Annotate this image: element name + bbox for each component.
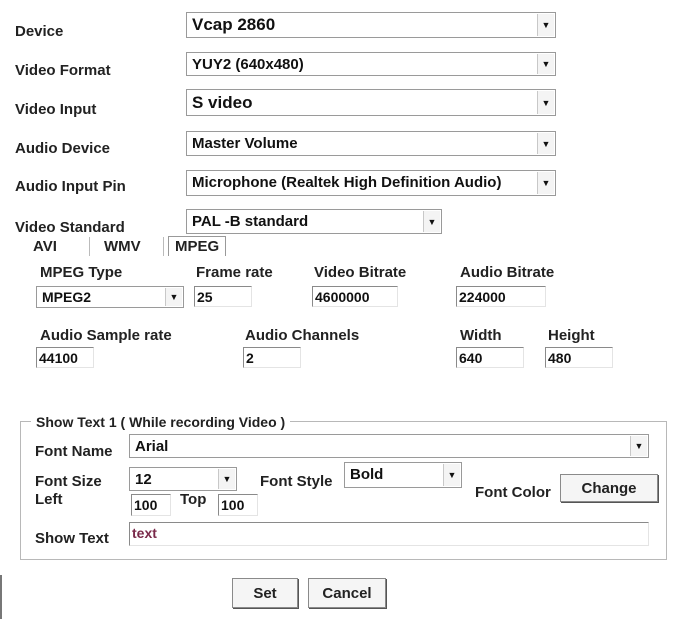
- show-text-field[interactable]: text: [129, 522, 649, 546]
- video-input-select-value: S video: [192, 93, 253, 112]
- audio-channels-label: Audio Channels: [245, 327, 360, 344]
- tab-separator: [89, 237, 90, 256]
- tab-avi[interactable]: AVI: [33, 237, 57, 256]
- left-field[interactable]: 100: [131, 494, 171, 516]
- set-button[interactable]: Set: [232, 578, 298, 608]
- left-label: Left: [35, 491, 63, 508]
- mpeg-type-label: MPEG Type: [40, 264, 123, 281]
- audio-input-pin-select[interactable]: Microphone (Realtek High Definition Audi…: [186, 170, 556, 196]
- font-color-label: Font Color: [475, 484, 551, 501]
- video-bitrate-field[interactable]: 4600000: [312, 286, 398, 307]
- font-name-select[interactable]: Arial ▼: [129, 434, 649, 458]
- font-style-label: Font Style: [260, 473, 333, 490]
- chevron-down-icon[interactable]: ▼: [537, 91, 554, 114]
- mpeg-type-select[interactable]: MPEG2 ▼: [36, 286, 184, 308]
- chevron-down-icon[interactable]: ▼: [537, 14, 554, 36]
- font-size-select[interactable]: 12 ▼: [129, 467, 237, 491]
- audio-bitrate-label: Audio Bitrate: [460, 264, 555, 281]
- font-size-label: Font Size: [35, 473, 102, 490]
- font-size-select-value: 12: [135, 471, 152, 488]
- top-label: Top: [180, 491, 207, 508]
- font-name-label: Font Name: [35, 443, 113, 460]
- cancel-button[interactable]: Cancel: [308, 578, 386, 608]
- video-standard-label: Video Standard: [15, 219, 125, 236]
- frame-rate-field[interactable]: 25: [194, 286, 252, 307]
- font-name-select-value: Arial: [135, 438, 169, 455]
- height-field[interactable]: 480: [545, 347, 613, 368]
- video-standard-select-value: PAL -B standard: [192, 213, 309, 230]
- tab-separator: [163, 237, 164, 256]
- show-text-group-title: Show Text 1 ( While recording Video ): [31, 413, 291, 431]
- device-select-value: Vcap 2860: [192, 15, 276, 34]
- font-style-select-value: Bold: [350, 466, 384, 483]
- chevron-down-icon[interactable]: ▼: [537, 133, 554, 154]
- video-format-label: Video Format: [15, 62, 111, 79]
- video-input-label: Video Input: [15, 101, 97, 118]
- chevron-down-icon[interactable]: ▼: [537, 172, 554, 194]
- window-edge: [0, 575, 2, 619]
- video-bitrate-label: Video Bitrate: [314, 264, 407, 281]
- tab-mpeg[interactable]: MPEG: [168, 236, 227, 256]
- frame-rate-label: Frame rate: [196, 264, 273, 281]
- top-field[interactable]: 100: [218, 494, 258, 516]
- device-label: Device: [15, 23, 64, 40]
- audio-device-select[interactable]: Master Volume ▼: [186, 131, 556, 156]
- video-standard-select[interactable]: PAL -B standard ▼: [186, 209, 442, 234]
- audio-input-pin-label: Audio Input Pin: [15, 178, 126, 195]
- video-input-select[interactable]: S video ▼: [186, 89, 556, 116]
- audio-input-pin-select-value: Microphone (Realtek High Definition Audi…: [192, 174, 502, 191]
- width-field[interactable]: 640: [456, 347, 524, 368]
- chevron-down-icon[interactable]: ▼: [630, 436, 647, 456]
- width-label: Width: [460, 327, 502, 344]
- audio-bitrate-field[interactable]: 224000: [456, 286, 546, 307]
- height-label: Height: [548, 327, 595, 344]
- audio-device-select-value: Master Volume: [192, 135, 298, 152]
- chevron-down-icon[interactable]: ▼: [165, 288, 182, 306]
- mpeg-type-select-value: MPEG2: [42, 289, 92, 305]
- show-text-label: Show Text: [35, 530, 109, 547]
- video-format-select[interactable]: YUY2 (640x480) ▼: [186, 52, 556, 76]
- chevron-down-icon[interactable]: ▼: [218, 469, 235, 489]
- tab-wmv[interactable]: WMV: [104, 237, 141, 256]
- audio-channels-field[interactable]: 2: [243, 347, 301, 368]
- font-style-select[interactable]: Bold ▼: [344, 462, 462, 488]
- audio-sample-rate-label: Audio Sample rate: [40, 327, 172, 344]
- audio-device-label: Audio Device: [15, 140, 111, 157]
- chevron-down-icon[interactable]: ▼: [443, 464, 460, 486]
- device-select[interactable]: Vcap 2860 ▼: [186, 12, 556, 38]
- audio-sample-rate-field[interactable]: 44100: [36, 347, 94, 368]
- chevron-down-icon[interactable]: ▼: [423, 211, 440, 232]
- chevron-down-icon[interactable]: ▼: [537, 54, 554, 74]
- video-format-select-value: YUY2 (640x480): [192, 56, 304, 73]
- change-font-color-button[interactable]: Change: [560, 474, 658, 502]
